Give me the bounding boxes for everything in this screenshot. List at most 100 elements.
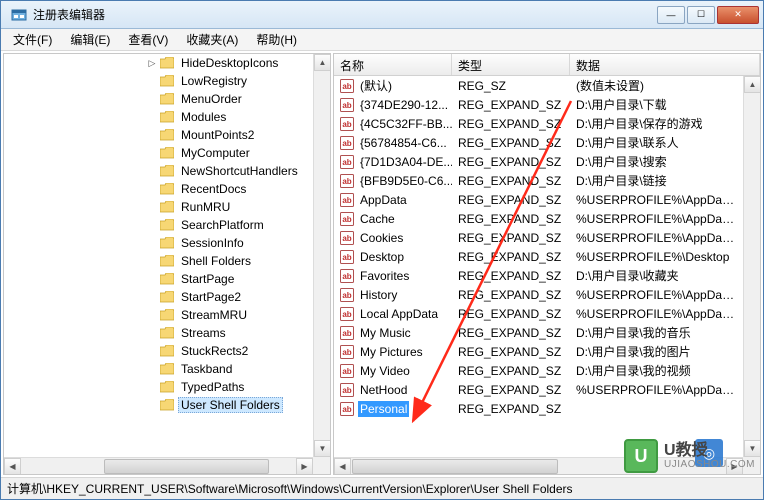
menu-edit[interactable]: 编辑(E) — [62, 29, 118, 50]
folder-icon — [160, 381, 174, 393]
string-value-icon: ab — [340, 212, 354, 226]
list-row[interactable]: abPersonalREG_EXPAND_SZ — [334, 399, 743, 418]
tree-item-label: Modules — [178, 109, 229, 125]
list-vertical-scrollbar[interactable]: ▲ ▼ — [743, 76, 760, 457]
value-name-cell: ab(默认) — [334, 76, 452, 95]
list-row[interactable]: abMy VideoREG_EXPAND_SZD:\用户目录\我的视频 — [334, 361, 743, 380]
svg-text:ab: ab — [342, 177, 351, 186]
list-row[interactable]: abNetHoodREG_EXPAND_SZ%USERPROFILE%\AppD… — [334, 380, 743, 399]
tree-vertical-scrollbar[interactable]: ▲ ▼ — [313, 54, 330, 457]
tree-item[interactable]: User Shell Folders — [4, 396, 313, 414]
list-row[interactable]: abAppDataREG_EXPAND_SZ%USERPROFILE%\AppD… — [334, 190, 743, 209]
tree-item[interactable]: SessionInfo — [4, 234, 313, 252]
tree-item[interactable]: StreamMRU — [4, 306, 313, 324]
list-row[interactable]: abMy MusicREG_EXPAND_SZD:\用户目录\我的音乐 — [334, 323, 743, 342]
value-name-cell: abMy Pictures — [334, 344, 452, 360]
menu-help[interactable]: 帮助(H) — [248, 29, 305, 50]
regedit-window: 注册表编辑器 — ☐ ✕ 文件(F) 编辑(E) 查看(V) 收藏夹(A) 帮助… — [0, 0, 764, 500]
folder-icon — [160, 237, 174, 249]
list-row[interactable]: ab{56784854-C6...REG_EXPAND_SZD:\用户目录\联系… — [334, 133, 743, 152]
minimize-button[interactable]: — — [657, 6, 685, 24]
list-view[interactable]: ab(默认)REG_SZ(数值未设置)ab{374DE290-12...REG_… — [334, 76, 743, 457]
folder-icon — [160, 291, 174, 303]
statusbar: 计算机\HKEY_CURRENT_USER\Software\Microsoft… — [1, 477, 763, 499]
list-row[interactable]: abDesktopREG_EXPAND_SZ%USERPROFILE%\Desk… — [334, 247, 743, 266]
tree-view[interactable]: ▷HideDesktopIconsLowRegistryMenuOrder Mod… — [4, 54, 313, 457]
string-value-icon: ab — [340, 307, 354, 321]
string-value-icon: ab — [340, 402, 354, 416]
value-name-cell: ab{7D1D3A04-DE... — [334, 154, 452, 170]
list-row[interactable]: abCookiesREG_EXPAND_SZ%USERPROFILE%\AppD… — [334, 228, 743, 247]
value-type: REG_EXPAND_SZ — [452, 250, 570, 264]
list-header: 名称 类型 数据 — [334, 54, 760, 76]
tree-item[interactable]: MenuOrder — [4, 90, 313, 108]
tree-spacer — [146, 399, 158, 411]
expand-icon[interactable]: ▷ — [146, 57, 158, 69]
menu-favorites[interactable]: 收藏夹(A) — [178, 29, 246, 50]
tree-spacer — [146, 75, 158, 87]
list-row[interactable]: abFavoritesREG_EXPAND_SZD:\用户目录\收藏夹 — [334, 266, 743, 285]
string-value-icon: ab — [340, 269, 354, 283]
tree-item-label: Taskband — [178, 361, 235, 377]
tree-item[interactable]: StartPage2 — [4, 288, 313, 306]
list-row[interactable]: abMy PicturesREG_EXPAND_SZD:\用户目录\我的图片 — [334, 342, 743, 361]
maximize-button[interactable]: ☐ — [687, 6, 715, 24]
value-type: REG_EXPAND_SZ — [452, 193, 570, 207]
string-value-icon: ab — [340, 288, 354, 302]
tree-item[interactable]: RunMRU — [4, 198, 313, 216]
list-row[interactable]: abLocal AppDataREG_EXPAND_SZ%USERPROFILE… — [334, 304, 743, 323]
tree-item[interactable]: MyComputer — [4, 144, 313, 162]
tree-item[interactable]: ▷HideDesktopIcons — [4, 54, 313, 72]
tree-item[interactable]: StartPage — [4, 270, 313, 288]
tree-spacer — [146, 183, 158, 195]
menu-file[interactable]: 文件(F) — [5, 29, 60, 50]
string-value-icon: ab — [340, 174, 354, 188]
list-row[interactable]: ab{BFB9D5E0-C6...REG_EXPAND_SZD:\用户目录\链接 — [334, 171, 743, 190]
value-data: %USERPROFILE%\AppData\R — [570, 193, 743, 207]
tree-spacer — [146, 309, 158, 321]
value-name: History — [358, 287, 399, 303]
value-name: My Music — [358, 325, 413, 341]
list-row[interactable]: ab(默认)REG_SZ(数值未设置) — [334, 76, 743, 95]
tree-horizontal-scrollbar[interactable]: ◀ ▶ — [4, 457, 313, 474]
tree-item[interactable]: Modules — [4, 108, 313, 126]
value-name: Desktop — [358, 249, 406, 265]
close-button[interactable]: ✕ — [717, 6, 759, 24]
svg-text:ab: ab — [342, 101, 351, 110]
tree-item[interactable]: MountPoints2 — [4, 126, 313, 144]
tree-item[interactable]: SearchPlatform — [4, 216, 313, 234]
tree-item[interactable]: RecentDocs — [4, 180, 313, 198]
tree-item-label: MenuOrder — [178, 91, 245, 107]
tree-item[interactable]: Streams — [4, 324, 313, 342]
list-row[interactable]: ab{7D1D3A04-DE...REG_EXPAND_SZD:\用户目录\搜索 — [334, 152, 743, 171]
tree-item[interactable]: NewShortcutHandlers — [4, 162, 313, 180]
tree-spacer — [146, 291, 158, 303]
value-name: (默认) — [358, 76, 394, 95]
list-row[interactable]: abCacheREG_EXPAND_SZ%USERPROFILE%\AppDat… — [334, 209, 743, 228]
tree-item[interactable]: LowRegistry — [4, 72, 313, 90]
value-name-cell: ab{374DE290-12... — [334, 97, 452, 113]
value-data: %USERPROFILE%\AppData\R — [570, 231, 743, 245]
value-name-cell: ab{56784854-C6... — [334, 135, 452, 151]
tree-item[interactable]: Shell Folders — [4, 252, 313, 270]
value-type: REG_EXPAND_SZ — [452, 212, 570, 226]
list-row[interactable]: ab{4C5C32FF-BB...REG_EXPAND_SZD:\用户目录\保存… — [334, 114, 743, 133]
titlebar[interactable]: 注册表编辑器 — ☐ ✕ — [1, 1, 763, 29]
tree-item-label: TypedPaths — [178, 379, 247, 395]
string-value-icon: ab — [340, 117, 354, 131]
folder-icon — [160, 129, 174, 141]
tree-item[interactable]: Taskband — [4, 360, 313, 378]
tree-item[interactable]: TypedPaths — [4, 378, 313, 396]
menu-view[interactable]: 查看(V) — [120, 29, 176, 50]
list-row[interactable]: ab{374DE290-12...REG_EXPAND_SZD:\用户目录\下载 — [334, 95, 743, 114]
column-header-data[interactable]: 数据 — [570, 54, 760, 75]
list-row[interactable]: abHistoryREG_EXPAND_SZ%USERPROFILE%\AppD… — [334, 285, 743, 304]
string-value-icon: ab — [340, 250, 354, 264]
tree-item-label: Shell Folders — [178, 253, 254, 269]
svg-text:ab: ab — [342, 329, 351, 338]
tree-item[interactable]: StuckRects2 — [4, 342, 313, 360]
column-header-name[interactable]: 名称 — [334, 54, 452, 75]
value-name: Cache — [358, 211, 397, 227]
column-header-type[interactable]: 类型 — [452, 54, 570, 75]
status-path: 计算机\HKEY_CURRENT_USER\Software\Microsoft… — [7, 480, 573, 497]
